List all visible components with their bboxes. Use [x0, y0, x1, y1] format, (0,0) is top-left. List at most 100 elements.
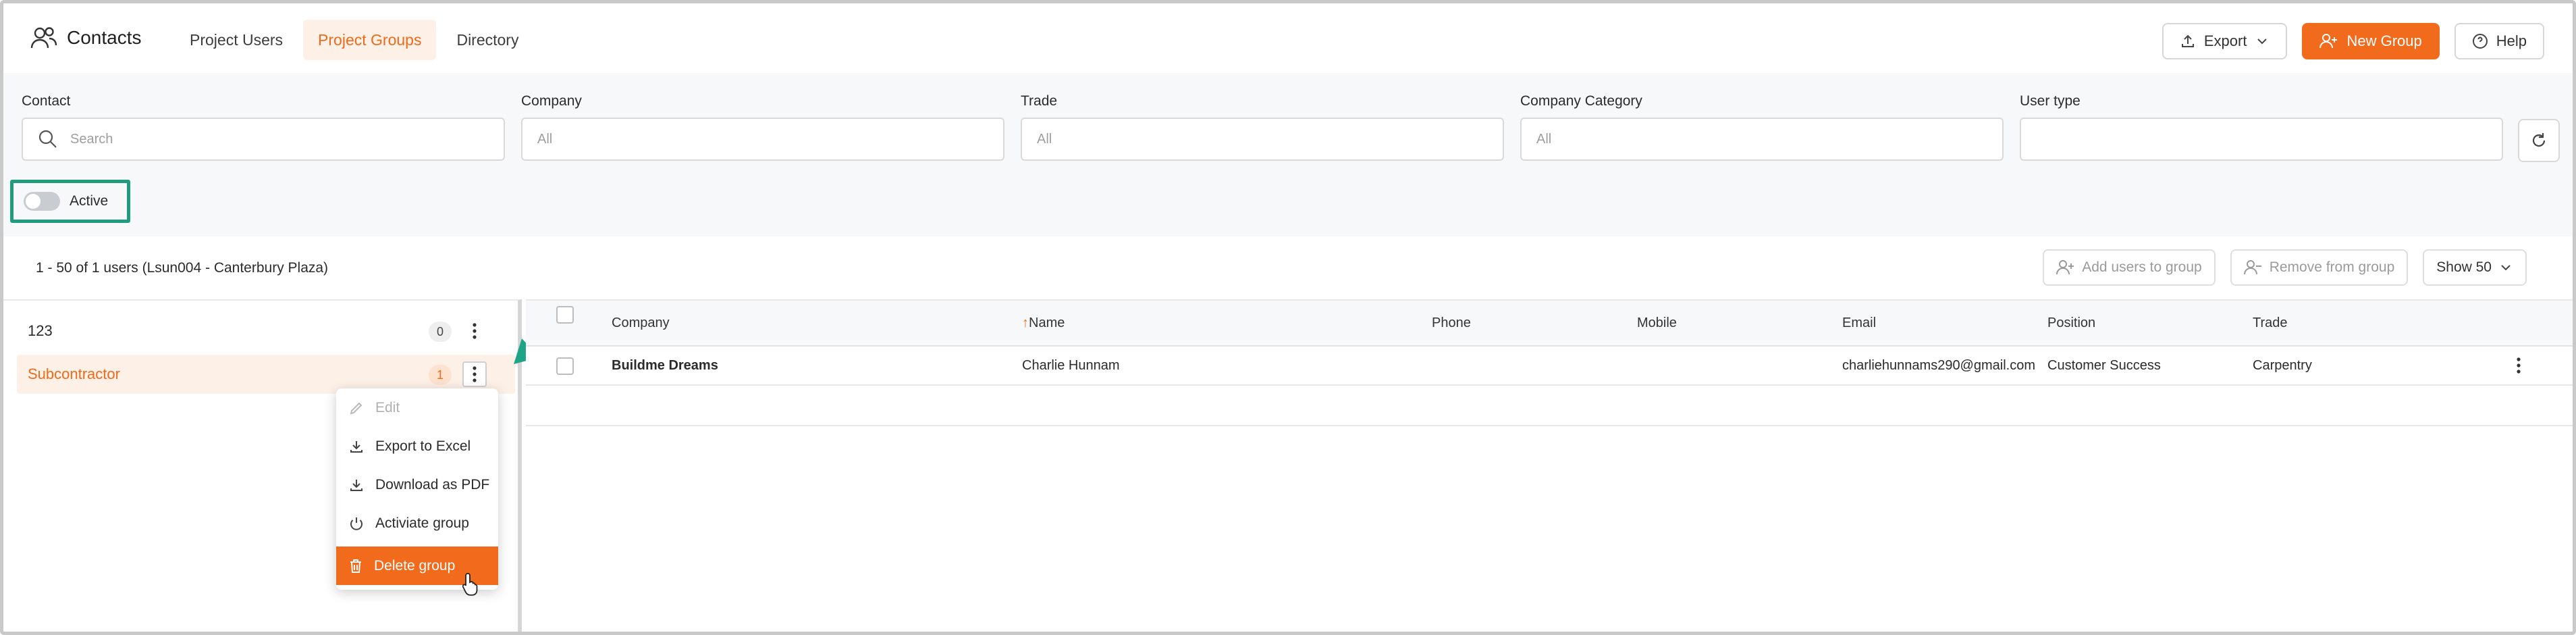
menu-item-download-pdf[interactable]: Download as PDF: [336, 465, 498, 504]
menu-item-label: Edit: [375, 399, 400, 415]
add-user-icon: [2056, 259, 2075, 276]
menu-item-label: Delete group: [374, 557, 456, 574]
tab-project-users[interactable]: Project Users: [175, 20, 298, 60]
download-icon: [348, 438, 365, 455]
column-header-company[interactable]: Company: [612, 301, 670, 345]
group-name: Subcontractor: [28, 365, 120, 382]
cell-company: Buildme Dreams: [612, 357, 718, 373]
group-count-badge: 0: [429, 322, 452, 342]
users-table: Company ↑ Name Phone Mobile Email Positi…: [526, 299, 2573, 632]
results-summary: 1 - 50 of 1 users (Lsun004 - Canterbury …: [36, 260, 329, 276]
company-category-filter-label: Company Category: [1520, 93, 1642, 109]
add-user-icon: [2319, 33, 2338, 49]
user-type-select[interactable]: [2020, 118, 2503, 161]
tab-project-groups[interactable]: Project Groups: [303, 20, 437, 60]
table-header-row: Company ↑ Name Phone Mobile Email Positi…: [526, 301, 2573, 347]
help-icon: [2472, 33, 2488, 49]
contact-search-placeholder: Search: [70, 131, 113, 147]
app-window: Contacts Project Users Project Groups Di…: [0, 0, 2576, 635]
cell-name: Charlie Hunnam: [1022, 357, 1120, 373]
export-label: Export: [2203, 32, 2247, 49]
trade-select[interactable]: All: [1021, 118, 1504, 161]
cell-email: charliehunnams290@gmail.com: [1842, 357, 2035, 373]
company-category-filter: Company Category All: [1520, 93, 2004, 161]
select-all-checkbox[interactable]: [556, 306, 574, 324]
app-logo: Contacts: [30, 26, 142, 49]
table-row[interactable]: Buildme Dreams Charlie Hunnam charliehun…: [526, 347, 2573, 386]
column-header-name-label: Name: [1029, 315, 1065, 330]
pencil-icon: [348, 400, 365, 416]
header-actions: Export New Group Help: [2162, 23, 2544, 59]
menu-item-label: Export to Excel: [375, 438, 471, 454]
contact-filter-label: Contact: [22, 93, 71, 109]
active-toggle-switch[interactable]: [24, 192, 60, 211]
trade-filter-label: Trade: [1021, 93, 1058, 109]
power-icon: [348, 515, 365, 532]
company-select-value: All: [537, 131, 553, 147]
user-type-filter-label: User type: [2020, 93, 2081, 109]
sort-arrow-icon: ↑: [1022, 315, 1029, 330]
group-count-badge: 1: [429, 365, 452, 385]
active-toggle-highlight: Active: [10, 180, 130, 223]
page-size-label: Show 50: [2436, 259, 2492, 275]
reset-filters-button[interactable]: [2518, 119, 2560, 162]
trash-icon: [348, 558, 363, 574]
chevron-down-icon: [2255, 34, 2270, 49]
column-header-mobile[interactable]: Mobile: [1637, 301, 1677, 345]
company-filter: Company All: [521, 93, 1004, 161]
group-item-123[interactable]: 123 0: [17, 311, 515, 351]
add-users-to-group-button[interactable]: Add users to group: [2043, 249, 2216, 286]
active-toggle-label: Active: [70, 193, 109, 209]
more-vertical-icon: [2516, 357, 2521, 374]
export-button[interactable]: Export: [2162, 23, 2288, 59]
user-type-filter: User type: [2020, 93, 2503, 161]
top-header: Contacts Project Users Project Groups Di…: [3, 3, 2573, 73]
tab-directory[interactable]: Directory: [441, 20, 533, 60]
new-group-button[interactable]: New Group: [2302, 23, 2440, 59]
column-header-name[interactable]: ↑ Name: [1022, 301, 1065, 345]
company-filter-label: Company: [521, 93, 582, 109]
menu-item-edit[interactable]: Edit: [336, 388, 498, 427]
menu-item-activate-group[interactable]: Activiate group: [336, 504, 498, 542]
row-options-button[interactable]: [2516, 347, 2521, 384]
group-options-button[interactable]: [462, 318, 487, 344]
row-checkbox[interactable]: [556, 357, 574, 375]
upload-icon: [2180, 33, 2196, 49]
contacts-icon: [30, 26, 57, 49]
search-icon: [38, 129, 58, 149]
mouse-pointer-icon: [462, 572, 483, 596]
page-size-select[interactable]: Show 50: [2423, 249, 2527, 286]
menu-item-export-excel[interactable]: Export to Excel: [336, 427, 498, 465]
company-category-select[interactable]: All: [1520, 118, 2004, 161]
cell-position: Customer Success: [2047, 357, 2161, 373]
remove-user-icon: [2243, 259, 2263, 276]
company-category-select-value: All: [1536, 131, 1552, 147]
menu-item-label: Activiate group: [375, 515, 469, 531]
page-title: Contacts: [67, 27, 142, 48]
help-button[interactable]: Help: [2454, 23, 2544, 59]
add-users-label: Add users to group: [2082, 259, 2202, 275]
remove-from-group-label: Remove from group: [2269, 259, 2395, 275]
column-header-email[interactable]: Email: [1842, 301, 1876, 345]
table-toolbar: Add users to group Remove from group Sho…: [2043, 249, 2527, 286]
cell-trade: Carpentry: [2253, 357, 2312, 373]
table-row-empty: [526, 387, 2573, 426]
group-options-button[interactable]: [462, 361, 487, 387]
refresh-icon: [2529, 131, 2548, 150]
company-select[interactable]: All: [521, 118, 1004, 161]
tab-bar: Project Users Project Groups Directory: [175, 20, 533, 60]
column-header-phone[interactable]: Phone: [1432, 301, 1471, 345]
contact-search-input[interactable]: Search: [22, 118, 505, 161]
remove-from-group-button[interactable]: Remove from group: [2230, 249, 2409, 286]
new-group-label: New Group: [2346, 32, 2422, 49]
chevron-down-icon: [2498, 260, 2513, 275]
help-label: Help: [2496, 32, 2527, 49]
trade-select-value: All: [1037, 131, 1052, 147]
group-name: 123: [28, 322, 53, 339]
menu-item-label: Download as PDF: [375, 476, 490, 492]
column-header-trade[interactable]: Trade: [2253, 301, 2288, 345]
download-icon: [348, 477, 365, 493]
trade-filter: Trade All: [1021, 93, 1504, 161]
group-context-menu: Edit Export to Excel Download as PDF Act…: [336, 388, 498, 590]
column-header-position[interactable]: Position: [2047, 301, 2095, 345]
